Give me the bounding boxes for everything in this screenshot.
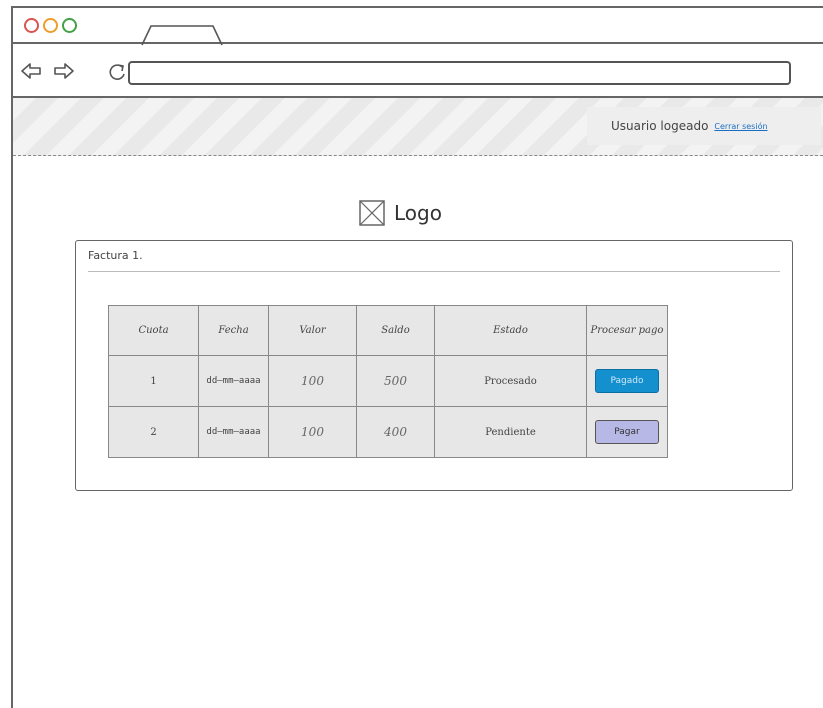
cuota-cell: 1 [108,355,199,407]
close-window-button[interactable] [24,18,39,33]
fecha-cell: dd—mm—aaaa [198,355,269,407]
logged-user-label: Usuario logeado [611,119,709,133]
logo: Logo [358,199,442,227]
browser-tab[interactable] [141,24,223,46]
logout-link[interactable]: Cerrar sesión [714,122,767,131]
fecha-cell: dd—mm—aaaa [198,406,269,458]
estado-cell: Pendiente [434,406,587,458]
logo-text: Logo [394,201,442,225]
installments-table: Cuota Fecha Valor Saldo Estado Procesar … [108,305,668,458]
divider [88,271,780,272]
column-header-cuota: Cuota [108,305,199,356]
column-header-estado: Estado [434,305,587,356]
image-placeholder-icon [359,200,385,226]
pay-button[interactable]: Pagar [595,420,659,444]
valor-cell: 100 [268,406,357,458]
page-header: Usuario logeado Cerrar sesión [13,98,823,156]
title-bar [11,6,823,46]
saldo-cell: 400 [356,406,435,458]
estado-cell: Procesado [434,355,587,407]
invoice-title: Factura 1. [88,249,143,262]
column-header-procesar-pago: Procesar pago [586,305,668,356]
url-input[interactable] [128,61,791,85]
invoice-panel: Factura 1. Cuota Fecha Valor Saldo Estad… [75,240,793,491]
address-bar-row [11,44,823,98]
table-row: 1 dd—mm—aaaa 100 500 Procesado Pagado [108,355,668,407]
back-arrow-icon[interactable] [20,62,42,80]
saldo-cell: 500 [356,355,435,407]
table-header-row: Cuota Fecha Valor Saldo Estado Procesar … [108,305,668,356]
action-cell: Pagar [586,406,668,458]
reload-icon[interactable] [107,62,127,82]
table-row: 2 dd—mm—aaaa 100 400 Pendiente Pagar [108,406,668,458]
column-header-fecha: Fecha [198,305,269,356]
column-header-saldo: Saldo [356,305,435,356]
cuota-cell: 2 [108,406,199,458]
column-header-valor: Valor [268,305,357,356]
action-cell: Pagado [586,355,668,407]
user-area: Usuario logeado Cerrar sesión [587,107,821,145]
maximize-window-button[interactable] [62,18,77,33]
valor-cell: 100 [268,355,357,407]
minimize-window-button[interactable] [43,18,58,33]
forward-arrow-icon[interactable] [53,62,75,80]
paid-button[interactable]: Pagado [595,369,659,393]
